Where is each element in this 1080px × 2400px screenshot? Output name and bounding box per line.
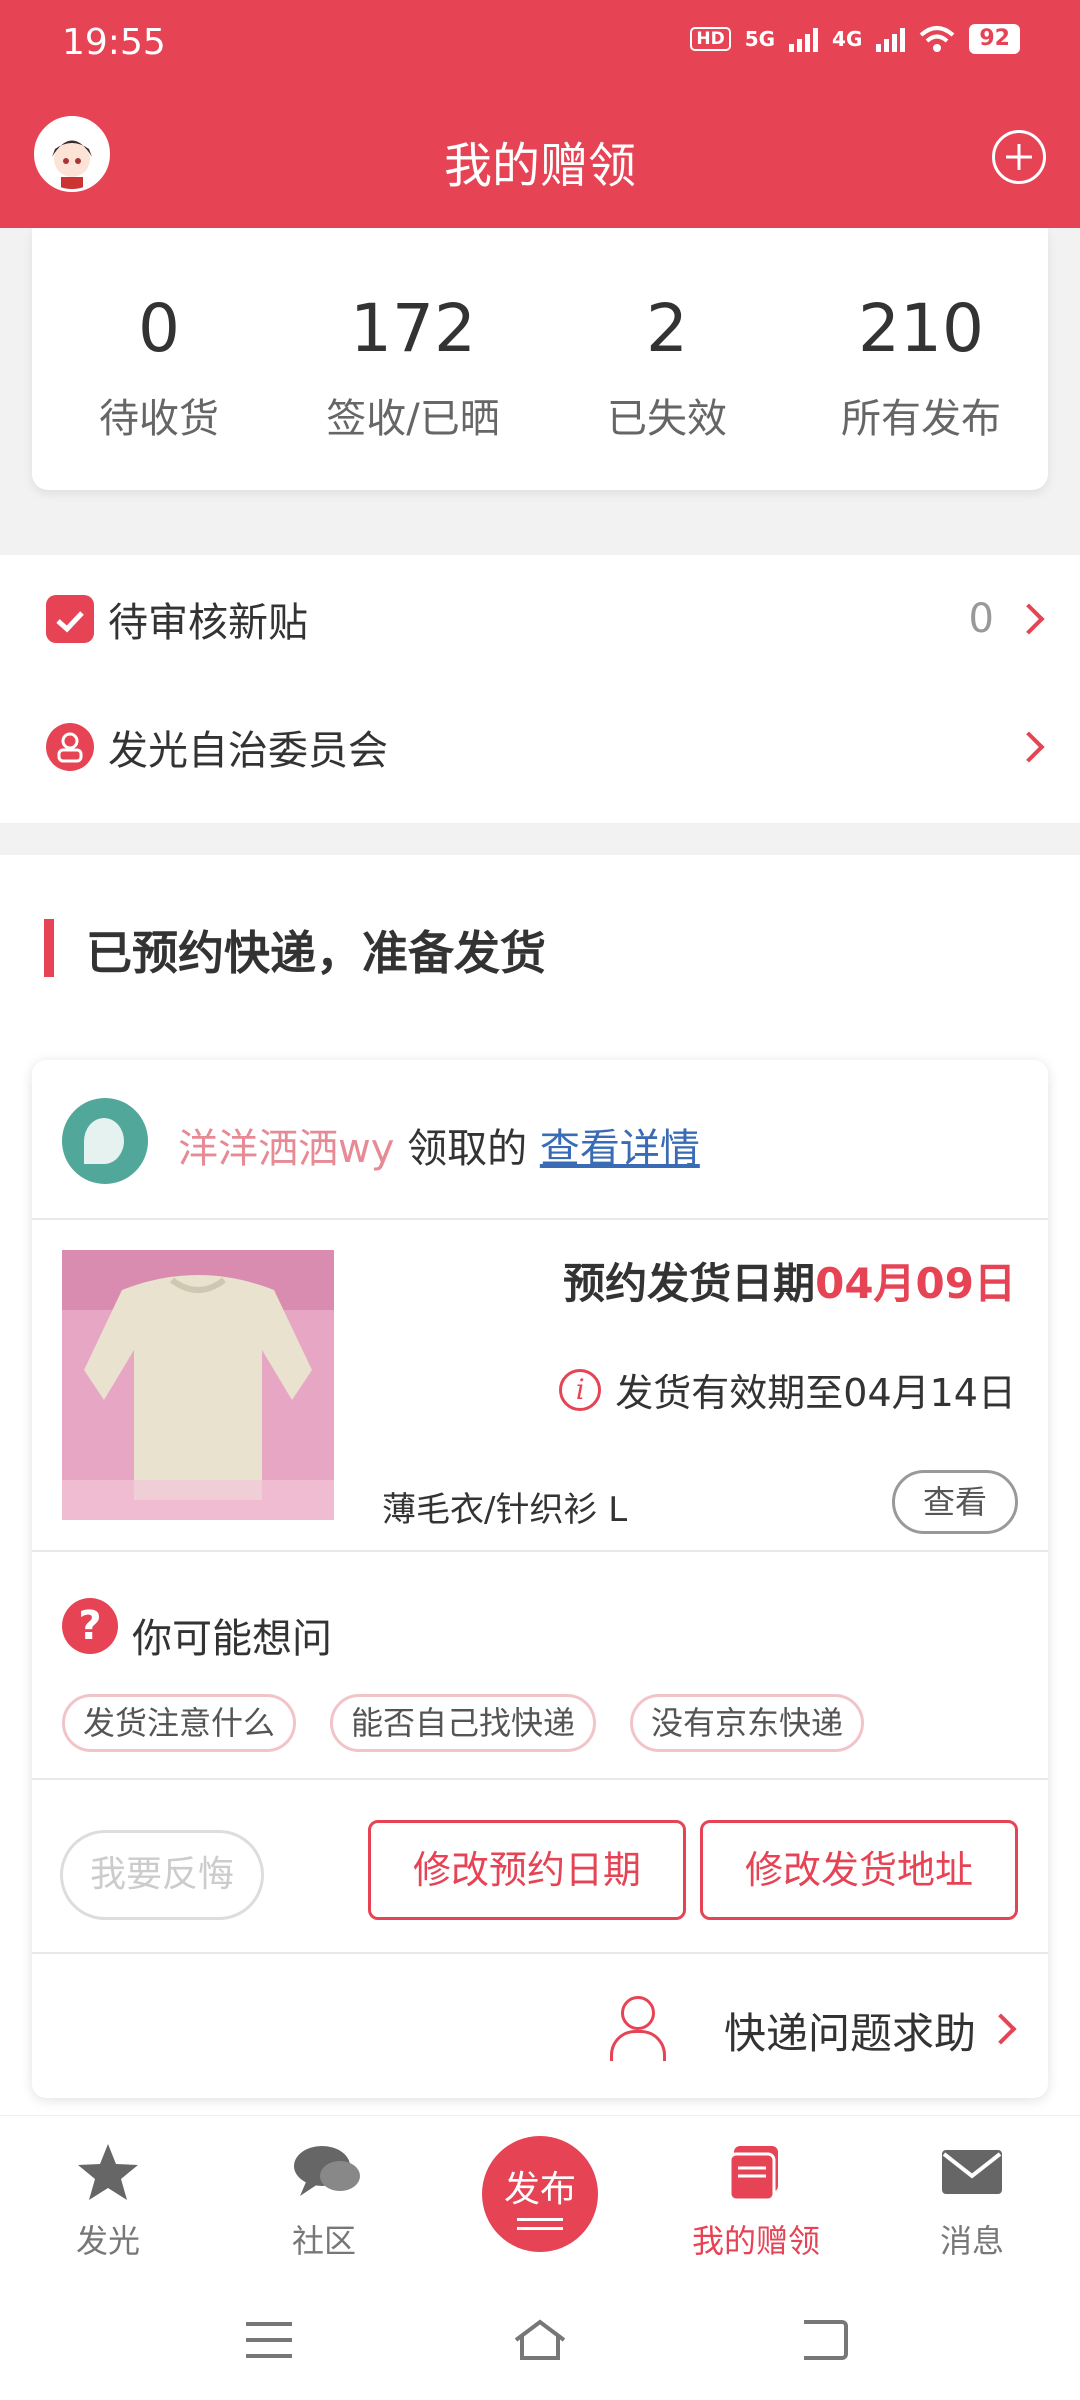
stat-all-posts[interactable]: 210 所有发布	[794, 228, 1048, 490]
plus-circle-icon[interactable]	[992, 130, 1046, 184]
question-icon: ?	[62, 1598, 118, 1654]
app-header: 19:55 HD 5G 4G 92 我的赠领	[0, 0, 1080, 228]
item-photo[interactable]	[62, 1250, 334, 1520]
stat-expired[interactable]: 2 已失效	[540, 228, 794, 490]
nav-label: 发光	[75, 2222, 140, 2260]
battery-indicator: 92	[969, 24, 1020, 54]
nav-item-my-gifts[interactable]: 我的赠领	[676, 2142, 836, 2262]
view-details-link[interactable]: 查看详情	[540, 1126, 700, 1172]
signal-5g-label: 5G	[744, 27, 776, 51]
stat-label: 已失效	[607, 396, 727, 442]
pending-count: 0	[968, 596, 994, 642]
home-icon[interactable]	[512, 2318, 568, 2362]
chat-bubble-icon	[292, 2142, 360, 2202]
chevron-right-icon	[1013, 603, 1045, 635]
nav-label: 消息	[939, 2222, 1004, 2260]
info-icon: i	[559, 1368, 602, 1411]
star-icon	[76, 2142, 140, 2202]
claim-text: 领取的	[407, 1126, 528, 1172]
regret-button[interactable]: 我要反悔	[60, 1830, 264, 1920]
ship-date-value: 04月09日	[815, 1259, 1016, 1308]
nav-item-community[interactable]: 社区	[244, 2142, 404, 2262]
list-item-label: 待审核新贴	[108, 600, 308, 646]
nav-label: 社区	[291, 2222, 356, 2260]
menu-icon[interactable]	[246, 2322, 292, 2358]
signal-4g-label: 4G	[832, 27, 863, 51]
nav-item-messages[interactable]: 消息	[892, 2142, 1052, 2262]
validity-text: 发货有效期至04月14日	[615, 1371, 1016, 1415]
ship-date: 预约发货日期04月09日	[563, 1250, 1016, 1311]
stat-pending-receipt[interactable]: 0 待收货	[32, 228, 286, 490]
change-date-button[interactable]: 修改预约日期	[368, 1820, 686, 1920]
section-title: 已预约快递，准备发货	[86, 926, 546, 980]
hd-badge: HD	[690, 27, 731, 51]
faq-chip[interactable]: 能否自己找快递	[330, 1694, 597, 1752]
person-icon	[608, 1996, 666, 2061]
gift-book-icon	[724, 2142, 788, 2202]
committee-icon	[46, 723, 94, 771]
stats-card: 0 待收货 172 签收/已晒 2 已失效 210 所有发布	[32, 228, 1048, 490]
faq-chip[interactable]: 发货注意什么	[62, 1694, 297, 1752]
section-accent-bar	[44, 919, 54, 977]
list-item-pending-review[interactable]: 待审核新贴 0	[0, 555, 1080, 683]
publish-button[interactable]: 发布	[482, 2136, 598, 2252]
stat-value: 172	[350, 290, 476, 367]
stat-value: 210	[858, 290, 984, 367]
divider	[32, 1778, 1048, 1780]
publish-label: 发布	[503, 2169, 576, 2210]
faq-title: 你可能想问	[132, 1616, 332, 1662]
order-card: 洋洋洒洒wy 领取的 查看详情 预约发货日期04月09日 i 发货有效期至04月…	[32, 1060, 1048, 2098]
view-button[interactable]: 查看	[892, 1470, 1018, 1534]
nav-label: 我的赠领	[691, 2222, 820, 2260]
list-item-committee[interactable]: 发光自治委员会	[0, 683, 1080, 811]
menu-list: 待审核新贴 0 发光自治委员会	[0, 555, 1080, 823]
status-time: 19:55	[62, 22, 166, 63]
system-nav-bar	[0, 2290, 1080, 2400]
stat-value: 0	[138, 290, 180, 367]
change-address-button[interactable]: 修改发货地址	[700, 1820, 1018, 1920]
chevron-right-icon	[1013, 731, 1045, 763]
status-icons: HD 5G 4G 92	[690, 24, 1020, 54]
bottom-nav: 发光 社区 发布 我的赠领 消息	[0, 2115, 1080, 2290]
courier-help-row[interactable]: 快递问题求助	[448, 1992, 1048, 2072]
stat-label: 签收/已晒	[326, 396, 500, 442]
stat-value: 2	[646, 290, 688, 367]
stat-label: 待收货	[99, 396, 219, 442]
leaf-avatar-icon[interactable]	[62, 1098, 148, 1184]
claimer-name[interactable]: 洋洋洒洒wy	[178, 1126, 394, 1172]
divider	[32, 1952, 1048, 1954]
divider	[32, 1218, 1048, 1220]
back-icon[interactable]	[804, 2320, 848, 2360]
claim-line: 洋洋洒洒wy 领取的 查看详情	[178, 1116, 700, 1174]
signal-bars-icon	[789, 26, 819, 52]
ship-date-label: 预约发货日期	[563, 1259, 816, 1308]
stat-label: 所有发布	[841, 396, 1001, 442]
item-name: 薄毛衣/针织衫 L	[382, 1490, 628, 1530]
page-title: 我的赠领	[443, 138, 636, 194]
stat-received[interactable]: 172 签收/已晒	[286, 228, 540, 490]
wifi-icon	[920, 26, 955, 52]
faq-chips: 发货注意什么 能否自己找快递 没有京东快递	[62, 1694, 865, 1752]
nav-item-glow[interactable]: 发光	[28, 2142, 188, 2262]
calendar-check-icon	[46, 595, 94, 643]
signal-bars-icon	[876, 26, 906, 52]
help-label: 快递问题求助	[723, 2009, 976, 2058]
chevron-right-icon	[985, 2013, 1017, 2045]
validity: i 发货有效期至04月14日	[559, 1362, 1016, 1417]
divider	[32, 1550, 1048, 1552]
menu-lines-icon	[517, 2218, 563, 2230]
faq-chip[interactable]: 没有京东快递	[630, 1694, 865, 1752]
envelope-icon	[940, 2142, 1004, 2202]
list-item-label: 发光自治委员会	[108, 728, 388, 774]
